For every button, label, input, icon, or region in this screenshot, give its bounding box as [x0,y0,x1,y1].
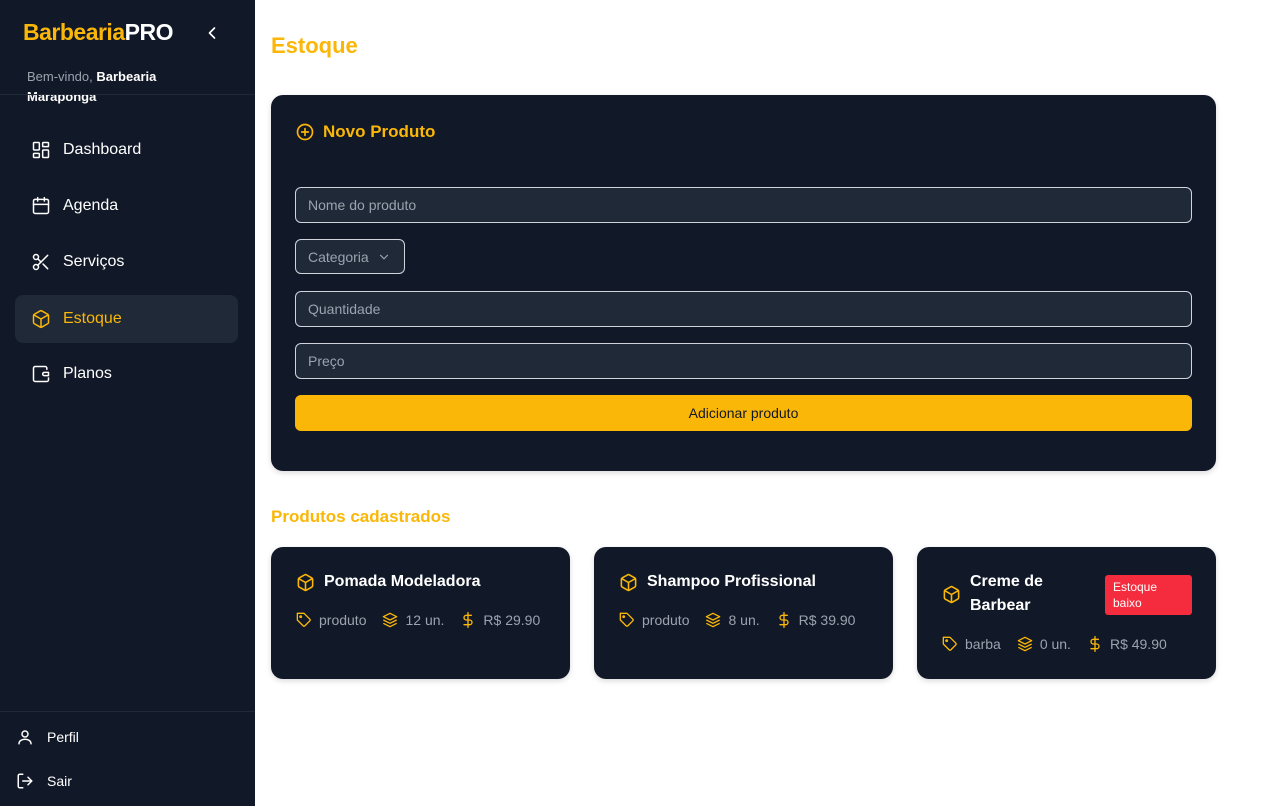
page-title: Estoque [271,33,358,58]
category-select[interactable]: Categoria [295,239,405,274]
tag-icon [619,612,635,628]
sidebar-divider-bottom [0,711,255,712]
collapse-sidebar-button[interactable] [202,23,222,43]
box-icon [942,585,961,604]
product-name-input[interactable] [295,187,1192,223]
sidebar-item-label: Agenda [63,197,119,214]
product-meta: produto 8 un. R$ 39.90 [619,612,871,628]
profile-label: Perfil [47,729,79,745]
sidebar-item-label: Dashboard [63,141,142,158]
wallet-icon [31,364,51,384]
sidebar-item-planos[interactable]: Planos [15,350,238,398]
product-title: Creme de Barbear [942,570,1092,618]
product-card: Shampoo Profissional produto 8 un. R$ 39… [594,547,893,679]
product-category-value: produto [319,612,367,628]
scissors-icon [31,252,51,272]
logout-button[interactable]: Sair [16,772,72,790]
product-quantity: 8 un. [705,612,760,628]
dollar-icon [460,612,476,628]
product-category-value: produto [642,612,690,628]
sidebar: BarbeariaPRO Bem-vindo, Barbearia Marapo… [0,0,255,806]
product-category: barba [942,636,1001,652]
welcome-message: Bem-vindo, Barbearia Maraponga [27,67,227,107]
low-stock-badge: Estoque baixo [1105,575,1192,615]
sidebar-item-estoque[interactable]: Estoque [15,295,238,343]
product-meta: produto 12 un. R$ 29.90 [296,612,556,628]
box-icon [31,309,51,329]
tag-icon [296,612,312,628]
sidebar-item-servicos[interactable]: Serviços [15,238,238,286]
product-price: R$ 29.90 [460,612,540,628]
profile-link[interactable]: Perfil [16,728,79,746]
brand-logo: BarbeariaPRO [23,19,173,46]
product-name: Creme de Barbear [970,573,1043,614]
new-product-form: Novo Produto Categoria Adicionar produto [271,95,1216,471]
brand-name-part1: Barbearia [23,19,125,45]
category-select-value: Categoria [308,248,369,265]
product-quantity-value: 12 un. [405,612,445,628]
product-price: R$ 39.90 [776,612,856,628]
chevron-left-icon [208,27,216,39]
product-price-value: R$ 49.90 [1109,636,1167,652]
product-category: produto [296,612,366,628]
calendar-icon [31,196,51,216]
welcome-prefix: Bem-vindo, [27,69,97,84]
product-card: Pomada Modeladora produto 12 un. R$ 29.9… [271,547,570,679]
product-category-value: barba [965,636,1001,652]
products-section-title: Produtos cadastrados [271,507,451,526]
product-name: Shampoo Profissional [647,573,816,590]
product-price-value: R$ 39.90 [798,612,856,628]
product-quantity-value: 8 un. [728,612,760,628]
sidebar-item-label: Estoque [63,310,122,327]
sidebar-item-agenda[interactable]: Agenda [15,182,238,230]
product-price: R$ 49.90 [1087,636,1167,652]
product-name: Pomada Modeladora [324,573,481,590]
plus-circle-icon [295,122,315,142]
sidebar-item-label: Planos [63,365,112,382]
layers-icon [1017,636,1033,652]
product-meta: barba 0 un. R$ 49.90 [942,636,1183,652]
sidebar-divider-top [0,94,255,95]
dollar-icon [776,612,792,628]
quantity-input[interactable] [295,291,1192,327]
brand-name-part2: PRO [124,19,174,45]
product-quantity: 12 un. [382,612,444,628]
form-title: Novo Produto [295,122,435,142]
box-icon [296,573,315,592]
product-title: Pomada Modeladora [296,570,480,594]
product-title: Shampoo Profissional [619,570,816,594]
box-icon [619,573,638,592]
layers-icon [382,612,398,628]
price-input[interactable] [295,343,1192,379]
add-product-button[interactable]: Adicionar produto [295,395,1192,431]
tag-icon [942,636,958,652]
logout-icon [16,772,34,790]
sidebar-item-dashboard[interactable]: Dashboard [15,126,238,174]
chevron-down-icon [377,250,391,264]
logout-label: Sair [47,773,72,789]
product-quantity-value: 0 un. [1039,636,1071,652]
dollar-icon [1087,636,1103,652]
product-card: Creme de Barbear Estoque baixo barba 0 u… [917,547,1216,679]
dashboard-icon [31,140,51,160]
product-category: produto [619,612,689,628]
form-title-label: Novo Produto [323,122,436,141]
sidebar-item-label: Serviços [63,253,125,270]
user-icon [16,728,34,746]
product-quantity: 0 un. [1017,636,1071,652]
layers-icon [705,612,721,628]
product-price-value: R$ 29.90 [483,612,541,628]
